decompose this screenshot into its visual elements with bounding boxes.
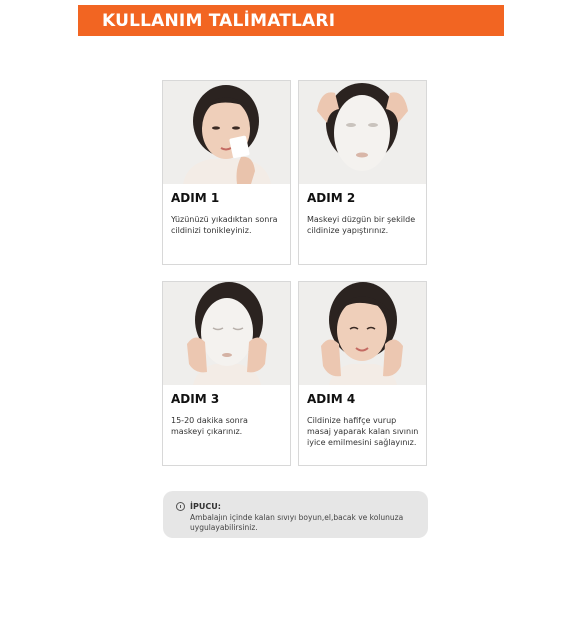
- step-card-3: ADIM 3 15-20 dakika sonra maskeyi çıkarı…: [162, 281, 291, 466]
- step-4-photo: [299, 282, 426, 385]
- step-2-title: ADIM 2: [307, 191, 356, 205]
- step-1-description: Yüzünüzü yıkadıktan sonra cildinizi toni…: [171, 215, 278, 235]
- tip-title: İPUCU:: [190, 502, 221, 511]
- step-1-photo: [163, 81, 290, 184]
- header-banner: KULLANIM TALİMATLARI: [78, 5, 504, 36]
- step-4-title: ADIM 4: [307, 392, 356, 406]
- step-card-1: ADIM 1 Yüzünüzü yıkadıktan sonra cildini…: [162, 80, 291, 265]
- step-3-title: ADIM 3: [171, 392, 220, 406]
- step-card-4: ADIM 4 Cildinize hafifçe vurup masaj yap…: [298, 281, 427, 466]
- step-2-photo: [299, 81, 426, 184]
- tip-text: Ambalajın içinde kalan sıvıyı boyun,el,b…: [190, 513, 404, 532]
- step-2-description: Maskeyi düzgün bir şekilde cildinize yap…: [307, 215, 416, 235]
- step-4-description: Cildinize hafifçe vurup masaj yaparak ka…: [307, 416, 419, 447]
- step-3-description: 15-20 dakika sonra maskeyi çıkarınız.: [171, 416, 248, 436]
- tip-box: İPUCU: Ambalajın içinde kalan sıvıyı boy…: [163, 491, 428, 538]
- step-1-title: ADIM 1: [171, 191, 220, 205]
- page-title: KULLANIM TALİMATLARI: [102, 10, 336, 31]
- info-icon: [176, 502, 185, 511]
- step-3-photo: [163, 282, 290, 385]
- step-card-2: ADIM 2 Maskeyi düzgün bir şekilde cildin…: [298, 80, 427, 265]
